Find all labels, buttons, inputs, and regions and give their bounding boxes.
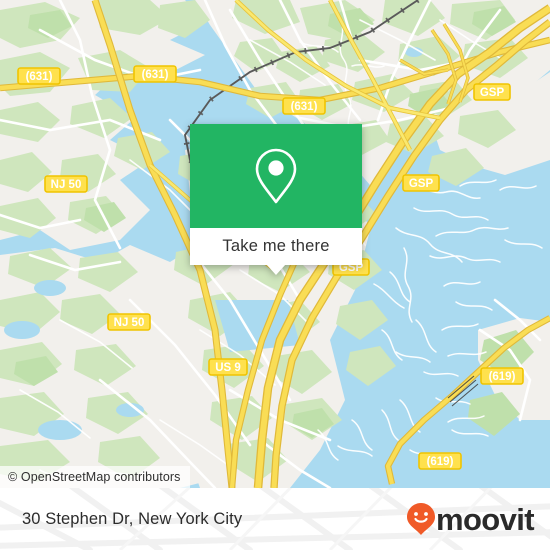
svg-text:(631): (631): [26, 71, 53, 83]
svg-text:GSP: GSP: [480, 87, 505, 99]
svg-text:NJ 50: NJ 50: [51, 179, 82, 191]
address-label: 30 Stephen Dr, New York City: [22, 509, 243, 528]
moovit-brand: moovit: [406, 501, 535, 537]
svg-text:(619): (619): [489, 371, 516, 383]
svg-text:US 9: US 9: [215, 362, 241, 374]
map-attribution[interactable]: © OpenStreetMap contributors: [0, 466, 190, 488]
popup-pin-area: [190, 124, 362, 228]
svg-text:GSP: GSP: [409, 178, 434, 190]
map-canvas[interactable]: (631) (631) (631) GSP GSP GSP NJ 50 NJ 5…: [0, 0, 550, 488]
footer-bar: 30 Stephen Dr, New York City moovit: [0, 488, 550, 550]
map-pin-icon: [255, 148, 297, 204]
take-me-there-button[interactable]: Take me there: [190, 228, 362, 275]
take-me-there-label: Take me there: [222, 237, 330, 255]
moovit-map-screenshot: (631) (631) (631) GSP GSP GSP NJ 50 NJ 5…: [0, 0, 550, 550]
svg-text:(619): (619): [427, 456, 454, 468]
moovit-wordmark: moovit: [435, 501, 535, 537]
destination-popup[interactable]: Take me there: [190, 124, 362, 275]
popup-tail: [266, 264, 286, 275]
moovit-smiley-pin-icon: [406, 503, 435, 535]
svg-text:(631): (631): [291, 101, 318, 113]
svg-text:NJ 50: NJ 50: [114, 317, 145, 329]
svg-text:(631): (631): [142, 69, 169, 81]
